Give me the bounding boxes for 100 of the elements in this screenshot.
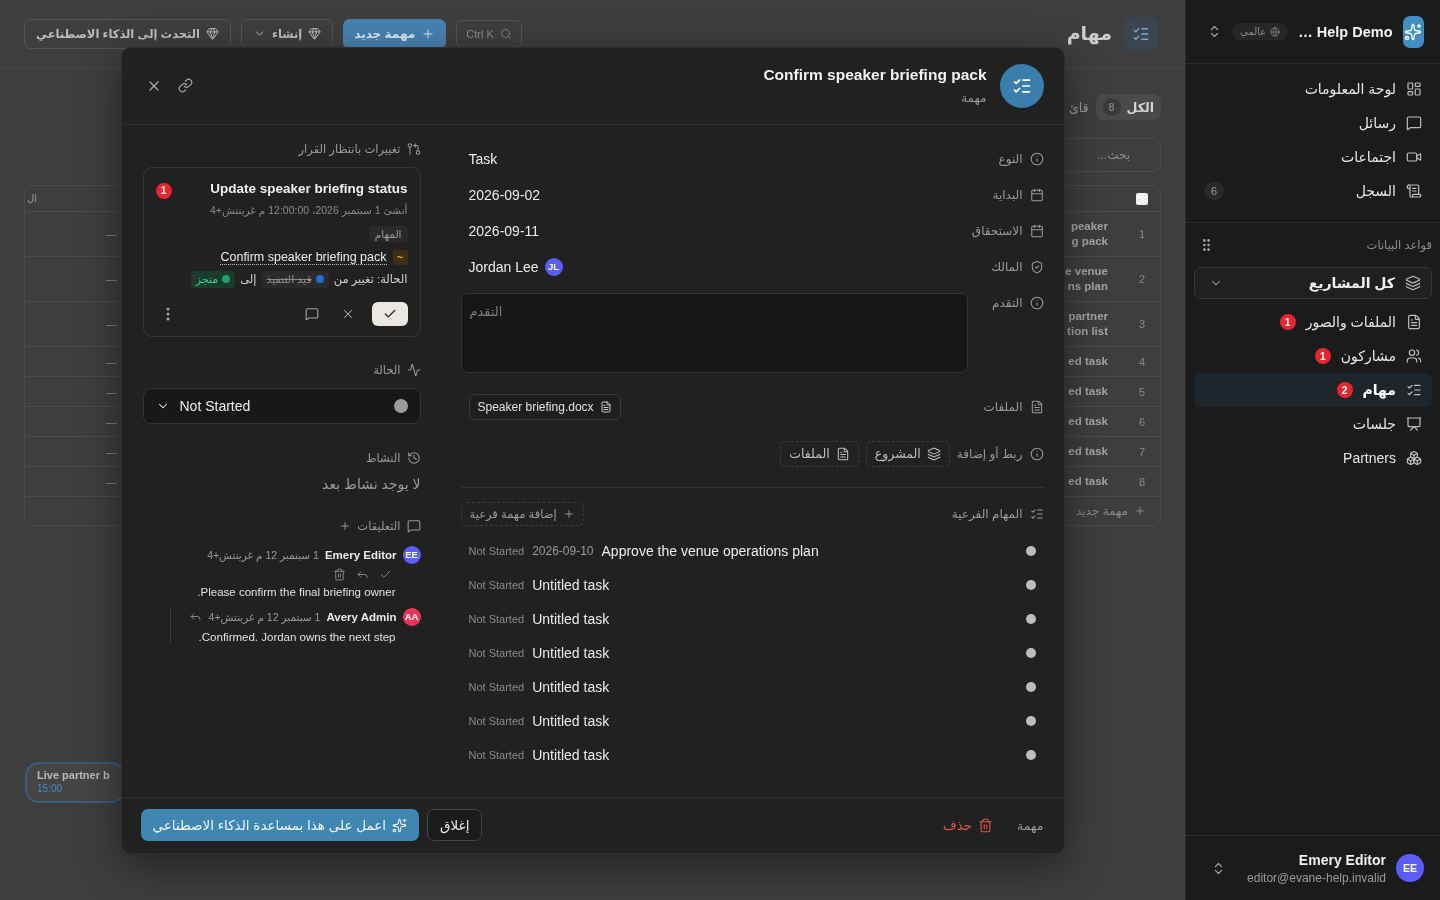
nav-item[interactable]: لوحة المعلومات bbox=[1194, 72, 1432, 106]
event-title: Live partner b bbox=[37, 769, 110, 781]
progress-field[interactable]: التقدم bbox=[460, 292, 968, 373]
database-item[interactable]: Partners bbox=[1194, 441, 1432, 475]
subtask-date: 2026-09-10 bbox=[532, 543, 594, 558]
subtask-title[interactable]: Untitled task bbox=[532, 610, 610, 627]
pull-request-icon bbox=[406, 141, 421, 156]
table-cell: — bbox=[106, 318, 117, 330]
comment-time: 1 سبتمبر 12 م غرينتش+4 bbox=[208, 610, 321, 623]
unread-count: 1 bbox=[1314, 348, 1331, 364]
checklist-icon bbox=[1029, 506, 1044, 521]
reply-icon[interactable] bbox=[188, 610, 202, 623]
column-header: ال bbox=[27, 193, 38, 204]
calendar-icon bbox=[1029, 223, 1044, 238]
database-item[interactable]: جلسات bbox=[1194, 407, 1432, 441]
unread-count: 1 bbox=[1279, 314, 1296, 330]
table-cell-text: ed task bbox=[1068, 444, 1108, 459]
status-dot-icon bbox=[1025, 749, 1036, 760]
status-dot-icon bbox=[1025, 681, 1036, 692]
subtask-title[interactable]: Untitled task bbox=[532, 644, 610, 661]
file-icon bbox=[599, 400, 612, 413]
table-cell: — bbox=[106, 475, 117, 488]
select-all-checkbox[interactable] bbox=[1136, 192, 1148, 205]
close-dialog-button[interactable]: إغلاق bbox=[427, 809, 483, 841]
table-cell: — bbox=[106, 415, 117, 428]
file-icon bbox=[835, 446, 850, 461]
subtask-title[interactable]: Approve the venue operations plan bbox=[601, 542, 819, 559]
table-cell: — bbox=[106, 228, 117, 240]
subtask-status: Not Started bbox=[468, 714, 525, 727]
dashboard-icon bbox=[1406, 81, 1422, 97]
row-number: 4 bbox=[1138, 355, 1146, 368]
presentation-icon bbox=[1406, 416, 1422, 432]
status-dot-icon bbox=[1025, 647, 1036, 658]
subtask-status: Not Started bbox=[468, 544, 525, 557]
table-cell-text: ed task bbox=[1068, 384, 1108, 399]
comment-avatar: AA bbox=[402, 607, 421, 626]
link-option[interactable]: المشروع bbox=[865, 440, 950, 467]
field-label: الاستحقاق bbox=[971, 223, 1023, 238]
comment-icon bbox=[304, 306, 319, 321]
owner-name[interactable]: Jordan Lee bbox=[468, 258, 539, 275]
approve-button[interactable] bbox=[371, 301, 408, 326]
field-label: المالك bbox=[991, 259, 1023, 274]
table-cell-text: e venue ns plan bbox=[1065, 264, 1108, 294]
subtask-status: Not Started bbox=[468, 612, 525, 625]
table-cell: — bbox=[106, 355, 117, 368]
file-chip[interactable]: Speaker briefing.docx bbox=[468, 393, 621, 420]
table-cell: — bbox=[106, 385, 117, 398]
message-icon bbox=[1406, 115, 1422, 131]
boxes-icon bbox=[1406, 450, 1422, 466]
comment-author: Avery Admin bbox=[326, 610, 397, 623]
delete-button[interactable]: حذف bbox=[942, 813, 994, 837]
tab[interactable]: قائ bbox=[1063, 94, 1095, 120]
subtask-title[interactable]: Untitled task bbox=[532, 576, 610, 593]
section-label: النشاط bbox=[365, 450, 401, 465]
gem-icon bbox=[206, 27, 220, 40]
shield-check-icon bbox=[1029, 259, 1044, 274]
trash-icon[interactable] bbox=[332, 567, 346, 581]
plus-icon bbox=[1134, 505, 1146, 517]
add-subtask-button[interactable]: إضافة مهمة فرعية bbox=[460, 501, 584, 526]
table-cell: — bbox=[106, 273, 117, 285]
dialog-title: Confirm speaker briefing pack bbox=[763, 66, 987, 84]
unread-count: 2 bbox=[1336, 382, 1353, 398]
item-count: 6 bbox=[1204, 182, 1224, 200]
subtask-title[interactable]: Untitled task bbox=[532, 746, 610, 763]
comment-text: Confirmed. Jordan owns the next step. bbox=[197, 630, 397, 643]
change-marker: ~ bbox=[392, 249, 408, 265]
status-dot-icon bbox=[393, 398, 408, 413]
scroll-icon bbox=[1406, 183, 1422, 199]
gem-icon bbox=[308, 27, 322, 40]
subtask-title[interactable]: Untitled task bbox=[532, 712, 610, 729]
row-number: 7 bbox=[1138, 445, 1146, 458]
trash-icon bbox=[978, 817, 994, 833]
field-label: البداية bbox=[992, 187, 1023, 202]
plus-icon[interactable] bbox=[339, 519, 352, 532]
user-email: editor@evane-help.invalid bbox=[1247, 870, 1386, 885]
change-title: Update speaker briefing status bbox=[210, 179, 408, 198]
project-select[interactable]: كل المشاريع bbox=[1194, 267, 1432, 299]
history-icon bbox=[406, 450, 421, 465]
row-number: 3 bbox=[1138, 318, 1146, 330]
nav-item[interactable]: رسائل bbox=[1194, 106, 1432, 140]
comment-avatar: EE bbox=[402, 545, 421, 564]
date-value[interactable]: 2026-09-02 bbox=[468, 186, 541, 203]
row-number: 1 bbox=[1138, 228, 1146, 240]
section-label: المهام الفرعية bbox=[951, 506, 1023, 521]
status-select[interactable]: Not Started bbox=[142, 387, 421, 424]
status-dot-icon bbox=[1025, 613, 1036, 624]
link-option[interactable]: الملفات bbox=[780, 440, 859, 467]
more-icon bbox=[165, 306, 170, 321]
field-label: ربط أو إضافة bbox=[956, 446, 1023, 461]
field-value[interactable]: Task bbox=[468, 150, 498, 167]
subtask-title[interactable]: Untitled task bbox=[532, 678, 610, 695]
nav-item[interactable]: اجتماعات bbox=[1194, 140, 1432, 174]
dialog-type-label: مهمة bbox=[1017, 817, 1044, 833]
owner-avatar: JL bbox=[544, 257, 563, 276]
task-link[interactable]: Confirm speaker briefing pack bbox=[220, 249, 387, 265]
ai-assist-button[interactable]: اعمل على هذا بمساعدة الذكاء الاصطناعي bbox=[140, 809, 420, 841]
globe-icon bbox=[1270, 26, 1281, 37]
date-value[interactable]: 2026-09-11 bbox=[468, 222, 540, 239]
empty-activity-text: لا يوجد نشاط بعد bbox=[321, 475, 421, 492]
page-title: مهام bbox=[1066, 22, 1112, 45]
